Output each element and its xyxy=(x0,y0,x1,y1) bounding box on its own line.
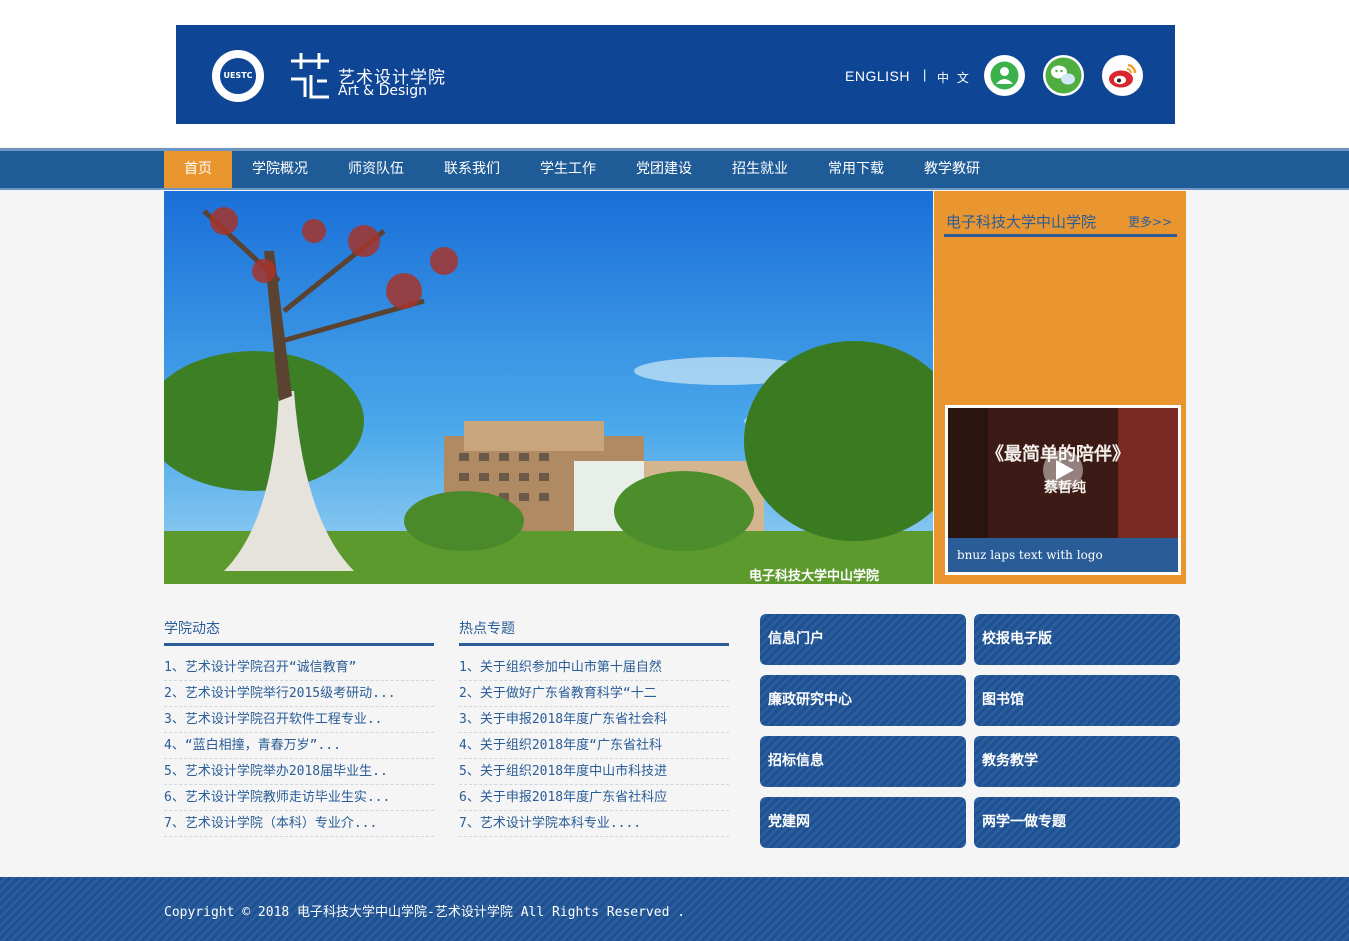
nav-item-contact[interactable]: 联系我们 xyxy=(424,151,520,188)
topic-item[interactable]: 5、关于组织2018年度中山市科技进 xyxy=(459,759,729,785)
wechat-button[interactable] xyxy=(1043,55,1084,96)
topic-item[interactable]: 4、关于组织2018年度“广东省社科 xyxy=(459,733,729,759)
nav-item-student-work[interactable]: 学生工作 xyxy=(520,151,616,188)
sidebar-title: 电子科技大学中山学院 xyxy=(946,213,1097,231)
banner-watermark: 电子科技大学中山学院 xyxy=(749,568,879,584)
site-header: UESTC 艺术设计学院 Art & Design ENGLISH | 中 文 xyxy=(176,25,1175,124)
news-item[interactable]: 3、艺术设计学院召开软件工程专业.. xyxy=(164,707,434,733)
news-item[interactable]: 1、艺术设计学院召开“诚信教育” xyxy=(164,655,434,681)
topic-item[interactable]: 1、关于组织参加中山市第十届自然 xyxy=(459,655,729,681)
news-item[interactable]: 5、艺术设计学院举办2018届毕业生.. xyxy=(164,759,434,785)
topics-section-title[interactable]: 热点专题 xyxy=(459,618,515,638)
art-design-logo-mark xyxy=(291,53,329,99)
quick-link-academic-affairs[interactable]: 教务教学 xyxy=(974,736,1180,787)
nav-item-overview[interactable]: 学院概况 xyxy=(232,151,328,188)
quick-link-school-newspaper[interactable]: 校报电子版 xyxy=(974,614,1180,665)
topic-item[interactable]: 2、关于做好广东省教育科学“十二 xyxy=(459,681,729,707)
quick-link-integrity-center[interactable]: 廉政研究中心 xyxy=(760,675,966,726)
news-divider xyxy=(164,643,434,646)
topic-item[interactable]: 7、艺术设计学院本科专业.... xyxy=(459,811,729,837)
news-item[interactable]: 6、艺术设计学院教师走访毕业生实... xyxy=(164,785,434,811)
language-separator: | xyxy=(923,67,927,82)
nav-item-teaching[interactable]: 教学教研 xyxy=(904,151,1000,188)
video-thumbnail: 《最简单的陪伴》 蔡哲纯 xyxy=(948,408,1178,538)
sidebar-divider xyxy=(944,234,1177,237)
chinese-link[interactable]: 中 文 xyxy=(937,69,971,86)
seal-emblem: UESTC xyxy=(223,71,253,80)
logo-english-name: Art & Design xyxy=(338,83,427,99)
news-item[interactable]: 7、艺术设计学院（本科）专业介... xyxy=(164,811,434,837)
campus-banner[interactable]: 电子科技大学中山学院 xyxy=(164,191,933,584)
weibo-icon xyxy=(1109,63,1137,88)
topic-item[interactable]: 3、关于申报2018年度广东省社会科 xyxy=(459,707,729,733)
nav-item-party[interactable]: 党团建设 xyxy=(616,151,712,188)
wechat-icon xyxy=(1045,57,1082,94)
news-item[interactable]: 2、艺术设计学院举行2015级考研动... xyxy=(164,681,434,707)
topic-item[interactable]: 6、关于申报2018年度广东省社科应 xyxy=(459,785,729,811)
main-nav: 首页 学院概况 师资队伍 联系我们 学生工作 党团建设 招生就业 常用下载 教学… xyxy=(164,151,1000,188)
quick-link-two-studies[interactable]: 两学一做专题 xyxy=(974,797,1180,848)
sidebar-more-link[interactable]: 更多>> xyxy=(1128,213,1172,230)
user-icon xyxy=(990,61,1019,90)
user-login-button[interactable] xyxy=(984,55,1025,96)
campus-photo: 电子科技大学中山学院 xyxy=(164,191,933,584)
footer-copyright: Copyright © 2018 电子科技大学中山学院-艺术设计学院 All R… xyxy=(164,905,686,920)
news-item[interactable]: 4、“蓝白相撞，青春万岁”... xyxy=(164,733,434,759)
site-footer: Copyright © 2018 电子科技大学中山学院-艺术设计学院 All R… xyxy=(0,877,1349,941)
nav-item-downloads[interactable]: 常用下载 xyxy=(808,151,904,188)
nav-item-admissions[interactable]: 招生就业 xyxy=(712,151,808,188)
quick-link-party-building[interactable]: 党建网 xyxy=(760,797,966,848)
video-caption: bnuz laps text with logo xyxy=(957,548,1103,562)
quick-link-info-portal[interactable]: 信息门户 xyxy=(760,614,966,665)
quick-link-bidding[interactable]: 招标信息 xyxy=(760,736,966,787)
sidebar-panel: 电子科技大学中山学院 更多>> 《最简单的陪伴》 蔡哲纯 bnuz laps t… xyxy=(934,191,1186,584)
nav-item-faculty[interactable]: 师资队伍 xyxy=(328,151,424,188)
news-section-title[interactable]: 学院动态 xyxy=(164,618,220,638)
nav-item-home[interactable]: 首页 xyxy=(164,151,232,188)
seal-inner: UESTC xyxy=(218,56,258,96)
quick-link-library[interactable]: 图书馆 xyxy=(974,675,1180,726)
video-card[interactable]: 《最简单的陪伴》 蔡哲纯 bnuz laps text with logo xyxy=(945,405,1181,575)
topics-divider xyxy=(459,643,729,646)
weibo-button[interactable] xyxy=(1102,55,1143,96)
english-link[interactable]: ENGLISH xyxy=(845,68,910,84)
university-seal-logo[interactable]: UESTC xyxy=(212,50,264,102)
